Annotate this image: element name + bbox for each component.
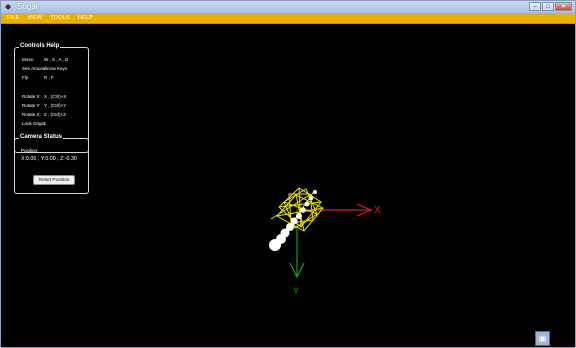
window-icon[interactable]: ▣ [535, 331, 550, 346]
help-row-rotate-x: Rotate X: X , (Ctrl)+X [22, 94, 67, 99]
close-button[interactable]: ✕ [555, 2, 572, 11]
window-title: Sugar [17, 2, 39, 11]
help-row-rotate-y: Rotate Y: Y , (Ctrl)+Y [22, 103, 67, 108]
controls-help-title: Controls Help [19, 43, 61, 49]
app-window: ◆ Sugar – □ ✕ FILE VIEW TOOLS HELP X Y C… [0, 0, 576, 348]
help-row-look-origin: Look Origin: L [22, 121, 47, 126]
menu-help[interactable]: HELP [78, 15, 93, 21]
window-controls: – □ ✕ [529, 2, 572, 11]
help-row-see-around: See Around: Arrow Keys [22, 66, 68, 71]
help-row-rotate-z: Rotate Z: Z , (Ctrl)+Z [22, 112, 66, 117]
3d-viewport[interactable]: X Y Controls Help Move: W , S , A , D Se… [1, 24, 575, 347]
menu-view[interactable]: VIEW [27, 15, 42, 21]
menu-bar: FILE VIEW TOOLS HELP [1, 13, 575, 24]
position-value: X:0.00 , Y:0.00 , Z:-0.30 [21, 156, 77, 162]
help-row-move: Move: W , S , A , D [22, 57, 69, 62]
reset-position-button[interactable]: Reset Position [33, 175, 75, 185]
app-icon: ◆ [5, 2, 12, 11]
camera-status-panel: Camera Status Position: X:0.00 , Y:0.00 … [14, 134, 89, 194]
x-axis-label: X [374, 205, 381, 216]
help-row-fly: Fly: R , F [22, 75, 54, 80]
camera-status-title: Camera Status [19, 134, 64, 140]
maximize-button[interactable]: □ [542, 2, 554, 11]
menu-tools[interactable]: TOOLS [50, 15, 70, 21]
position-label: Position: [21, 148, 39, 153]
minimize-button[interactable]: – [529, 2, 541, 11]
title-bar[interactable]: ◆ Sugar – □ ✕ [1, 1, 575, 13]
menu-file[interactable]: FILE [7, 15, 19, 21]
y-axis-label: Y [293, 286, 299, 296]
